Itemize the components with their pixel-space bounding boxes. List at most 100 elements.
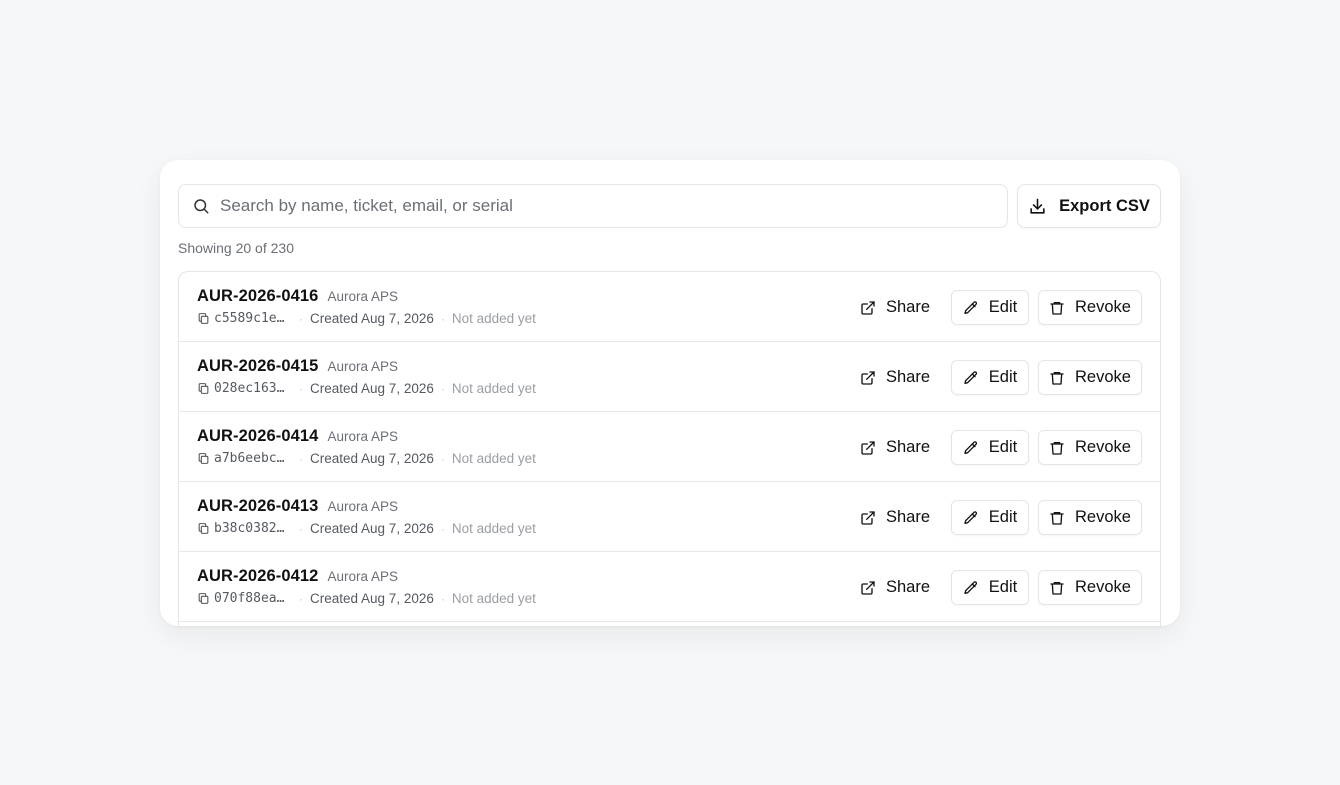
serial-number[interactable]: a7b6eebc… [214,451,292,466]
ticket-list: AUR-2026-0416 Aurora APS c5589c1e… · Cre… [178,271,1161,626]
trash-icon [1050,301,1064,315]
ticket-row: AUR-2026-0416 Aurora APS c5589c1e… · Cre… [179,272,1160,342]
row-title: AUR-2026-0415 Aurora APS [197,357,398,376]
search-input[interactable] [220,196,1007,216]
edit-button[interactable]: Edit [951,500,1029,535]
row-meta: 070f88ea… · Created Aug 7, 2026 · Not ad… [197,591,536,606]
search-icon [194,199,209,214]
created-date: Created Aug 7, 2026 [310,451,434,466]
edit-label: Edit [988,578,1018,596]
external-link-icon [861,370,875,385]
edit-button[interactable]: Edit [951,290,1029,325]
copy-icon[interactable] [197,522,210,535]
copy-icon[interactable] [197,382,210,395]
tickets-panel: Export CSV Showing 20 of 230 AUR-2026-04… [160,160,1180,626]
trash-icon [1050,581,1064,595]
toolbar: Export CSV [178,184,1161,228]
share-button[interactable]: Share [850,290,940,325]
organization-name: Aurora APS [327,569,398,584]
separator-dot: · [440,451,445,466]
external-link-icon [861,580,875,595]
wallet-status: Not added yet [451,311,536,326]
revoke-button[interactable]: Revoke [1038,500,1142,535]
result-count: Showing 20 of 230 [178,240,294,256]
share-label: Share [885,438,931,456]
row-actions: Share Edit Revoke [850,500,1142,535]
external-link-icon [861,300,875,315]
separator-dot: · [440,311,445,326]
created-date: Created Aug 7, 2026 [310,381,434,396]
ticket-id: AUR-2026-0413 [197,497,319,515]
share-label: Share [885,368,931,386]
wallet-status: Not added yet [451,521,536,536]
trash-icon [1050,511,1064,525]
separator-dot: · [299,381,303,396]
share-button[interactable]: Share [850,430,940,465]
share-button[interactable]: Share [850,500,940,535]
row-actions: Share Edit Revoke [850,360,1142,395]
export-csv-button[interactable]: Export CSV [1017,184,1161,228]
edit-label: Edit [988,298,1018,316]
created-date: Created Aug 7, 2026 [310,521,434,536]
revoke-label: Revoke [1075,578,1131,596]
row-actions: Share Edit Revoke [850,290,1142,325]
revoke-button[interactable]: Revoke [1038,290,1142,325]
organization-name: Aurora APS [327,289,398,304]
row-meta: b38c0382… · Created Aug 7, 2026 · Not ad… [197,521,536,536]
created-date: Created Aug 7, 2026 [310,311,434,326]
edit-button[interactable]: Edit [951,360,1029,395]
ticket-row: AUR-2026-0415 Aurora APS 028ec163… · Cre… [179,342,1160,412]
row-meta: 028ec163… · Created Aug 7, 2026 · Not ad… [197,381,536,396]
share-label: Share [885,508,931,526]
row-title: AUR-2026-0412 Aurora APS [197,567,398,586]
separator-dot: · [299,521,303,536]
wallet-status: Not added yet [451,591,536,606]
organization-name: Aurora APS [327,359,398,374]
ticket-id: AUR-2026-0416 [197,287,319,305]
trash-icon [1050,441,1064,455]
search-box[interactable] [178,184,1008,228]
ticket-id: AUR-2026-0412 [197,567,319,585]
revoke-label: Revoke [1075,298,1131,316]
edit-label: Edit [988,368,1018,386]
pencil-icon [964,300,977,314]
separator-dot: · [299,451,303,466]
wallet-status: Not added yet [451,451,536,466]
revoke-label: Revoke [1075,508,1131,526]
pencil-icon [964,510,977,524]
share-button[interactable]: Share [850,360,940,395]
created-date: Created Aug 7, 2026 [310,591,434,606]
ticket-row: AUR-2026-0413 Aurora APS b38c0382… · Cre… [179,482,1160,552]
revoke-label: Revoke [1075,368,1131,386]
revoke-button[interactable]: Revoke [1038,570,1142,605]
serial-number[interactable]: b38c0382… [214,521,292,536]
edit-button[interactable]: Edit [951,570,1029,605]
edit-label: Edit [988,508,1018,526]
export-csv-label: Export CSV [1059,196,1150,215]
download-icon [1030,198,1045,214]
wallet-status: Not added yet [451,381,536,396]
revoke-button[interactable]: Revoke [1038,430,1142,465]
ticket-row: AUR-2026-0412 Aurora APS 070f88ea… · Cre… [179,552,1160,622]
revoke-button[interactable]: Revoke [1038,360,1142,395]
pencil-icon [964,370,977,384]
copy-icon[interactable] [197,592,210,605]
share-button[interactable]: Share [850,570,940,605]
edit-button[interactable]: Edit [951,430,1029,465]
external-link-icon [861,510,875,525]
copy-icon[interactable] [197,452,210,465]
serial-number[interactable]: 070f88ea… [214,591,292,606]
trash-icon [1050,371,1064,385]
row-meta: c5589c1e… · Created Aug 7, 2026 · Not ad… [197,311,536,326]
separator-dot: · [299,311,303,326]
copy-icon[interactable] [197,312,210,325]
share-label: Share [885,578,931,596]
separator-dot: · [440,381,445,396]
serial-number[interactable]: 028ec163… [214,381,292,396]
row-actions: Share Edit Revoke [850,570,1142,605]
organization-name: Aurora APS [327,429,398,444]
pencil-icon [964,580,977,594]
row-meta: a7b6eebc… · Created Aug 7, 2026 · Not ad… [197,451,536,466]
ticket-id: AUR-2026-0414 [197,427,319,445]
serial-number[interactable]: c5589c1e… [214,311,292,326]
